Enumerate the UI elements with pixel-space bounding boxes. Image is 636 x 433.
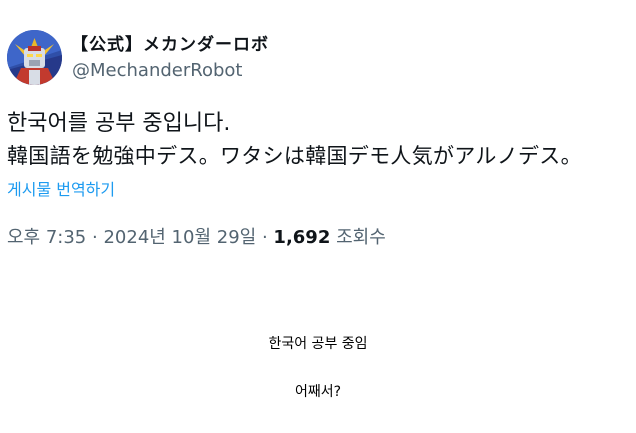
robot-avatar-icon[interactable] xyxy=(7,30,62,85)
views-label: 조회수 xyxy=(336,227,386,248)
caption-line-1: 한국어 공부 중임 xyxy=(268,336,368,352)
meta-separator: · xyxy=(92,227,98,248)
meta-separator: · xyxy=(261,227,268,248)
display-name[interactable]: 【公式】メカンダーロボ xyxy=(71,30,269,55)
tweet-card: 【公式】メカンダーロボ @MechanderRobot 한국어를 공부 중입니다… xyxy=(0,0,636,270)
tweet-text-korean: 한국어를 공부 중입니다. xyxy=(7,111,231,136)
tweet-date[interactable]: 2024년 10월 29일 xyxy=(103,227,256,248)
tweet-time[interactable]: 오후 7:35 xyxy=(7,227,86,248)
tweet-text-japanese: 韓国語を勉強中デス。ワタシは韓国デモ人気がアルノデス。 xyxy=(7,144,582,168)
tweet-meta: 오후 7:35 · 2024년 10월 29일 · 1,692 조회수 xyxy=(7,223,386,249)
views-count[interactable]: 1,692 xyxy=(273,227,330,248)
user-handle[interactable]: @MechanderRobot xyxy=(72,60,242,81)
caption-line-2: 어째서? xyxy=(294,384,342,400)
translate-post-link[interactable]: 게시물 번역하기 xyxy=(7,176,115,200)
